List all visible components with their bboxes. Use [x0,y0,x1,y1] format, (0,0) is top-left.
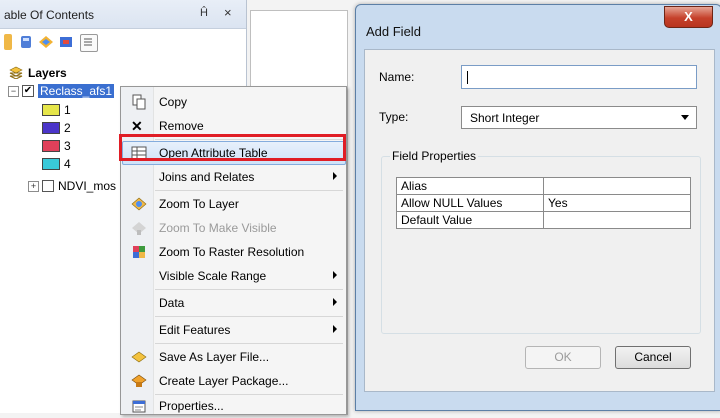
legend-swatch [42,122,60,134]
menu-item-create-layer-package[interactable]: Create Layer Package... [121,369,346,393]
property-value[interactable] [543,177,691,195]
menu-item-save-as-layer-file[interactable]: Save As Layer File... [121,345,346,369]
menu-label: Edit Features [159,323,231,337]
legend-swatch [42,104,60,116]
type-selected-value: Short Integer [470,111,540,125]
legend-item: 3 [42,137,71,155]
legend-swatch [42,140,60,152]
property-value[interactable]: Yes [543,194,691,212]
menu-item-zoom-to-layer[interactable]: Zoom To Layer [121,192,346,216]
zoom-to-layer-icon [131,196,147,212]
tree-root-layers[interactable]: Layers [8,64,67,82]
layer-label[interactable]: NDVI_mos [58,179,116,193]
legend-label: 2 [64,121,71,135]
legend-swatch [42,158,60,170]
menu-label: Data [159,296,185,310]
field-properties-grid: Alias Allow NULL Values Yes Default Valu… [396,177,691,229]
field-properties-label: Field Properties [390,149,479,163]
menu-item-properties[interactable]: Properties... [121,394,346,418]
menu-separator [155,289,343,290]
dropdown-arrow-icon [681,115,689,120]
copy-icon [131,94,147,110]
menu-item-copy[interactable]: Copy [121,90,346,114]
list-by-selection-icon[interactable] [58,34,74,50]
properties-icon [131,398,147,414]
menu-separator [155,190,343,191]
layer-file-icon [131,349,147,365]
menu-item-zoom-to-make-visible: Zoom To Make Visible [121,216,346,240]
zoom-to-make-visible-icon [131,220,147,236]
options-icon[interactable] [80,34,98,52]
field-properties-group: Field Properties Alias Allow NULL Values… [381,149,701,334]
submenu-arrow-icon [333,271,337,279]
menu-label: Copy [159,95,188,109]
menu-label: Joins and Relates [159,170,255,184]
close-icon: X [684,9,693,24]
menu-item-joins-and-relates[interactable]: Joins and Relates [121,165,346,189]
table-row[interactable]: Alias [396,177,691,195]
expand-toggle[interactable]: + [28,180,39,192]
layers-group-icon [8,65,24,82]
legend-label: 4 [64,157,71,171]
submenu-arrow-icon [333,325,337,333]
menu-label: Zoom To Make Visible [159,221,277,235]
menu-label: Save As Layer File... [159,350,270,364]
property-key: Allow NULL Values [396,194,544,212]
text-caret [467,71,468,84]
layer-package-icon [131,373,147,389]
menu-label: Properties... [159,399,224,413]
menu-separator [155,316,343,317]
menu-label: Remove [159,119,204,133]
menu-label: Visible Scale Range [159,269,267,283]
menu-item-data[interactable]: Data [121,291,346,315]
table-row[interactable]: Default Value [396,211,691,229]
add-field-dialog: Add Field X Name: Type: Short Integer Fi… [355,4,720,411]
layer-visibility-checkbox[interactable] [42,180,54,192]
menu-label: Create Layer Package... [159,374,289,388]
table-row[interactable]: Allow NULL Values Yes [396,194,691,212]
highlight-annotation-box [119,134,346,161]
name-label: Name: [379,70,415,84]
menu-item-zoom-to-raster-resolution[interactable]: Zoom To Raster Resolution [121,240,346,264]
type-dropdown[interactable]: Short Integer [461,106,697,129]
pin-icon[interactable]: Ĥ [200,7,208,19]
dialog-close-button[interactable]: X [664,6,713,28]
legend-label: 1 [64,103,71,117]
raster-resolution-icon [131,244,147,260]
menu-label: Zoom To Layer [159,197,239,211]
list-by-drawing-order-icon[interactable] [4,34,12,50]
property-value[interactable] [543,211,691,229]
toc-header: able Of Contents Ĥ × [0,0,246,29]
close-icon[interactable]: × [224,5,232,20]
layer-visibility-checkbox[interactable]: ✔ [22,85,34,97]
tree-layer-ndvi[interactable]: + NDVI_mos [28,177,116,195]
layer-label-selected[interactable]: Reclass_afs1 [38,84,115,98]
toc-toolbar [0,30,246,54]
tree-layer-reclass[interactable]: − ✔ Reclass_afs1 [8,82,115,100]
collapse-toggle[interactable]: − [8,85,19,97]
menu-separator [155,343,343,344]
menu-item-visible-scale-range[interactable]: Visible Scale Range [121,264,346,288]
list-by-visibility-icon[interactable] [38,34,54,50]
property-key: Default Value [396,211,544,229]
remove-icon: ✕ [131,118,143,134]
property-key: Alias [396,177,544,195]
legend-label: 3 [64,139,71,153]
submenu-arrow-icon [333,172,337,180]
legend-item: 1 [42,101,71,119]
menu-label: Zoom To Raster Resolution [159,245,305,259]
cancel-button[interactable]: Cancel [615,346,691,369]
name-input[interactable] [461,65,697,89]
legend-item: 2 [42,119,71,137]
dialog-title: Add Field [366,24,421,39]
dialog-body: Name: Type: Short Integer Field Properti… [364,49,715,392]
submenu-arrow-icon [333,298,337,306]
ok-button[interactable]: OK [525,346,601,369]
list-by-source-icon[interactable] [18,34,34,50]
menu-item-edit-features[interactable]: Edit Features [121,318,346,342]
toc-title: able Of Contents [4,8,95,22]
type-label: Type: [379,110,409,124]
legend-item: 4 [42,155,71,173]
tree-root-label: Layers [28,66,67,80]
